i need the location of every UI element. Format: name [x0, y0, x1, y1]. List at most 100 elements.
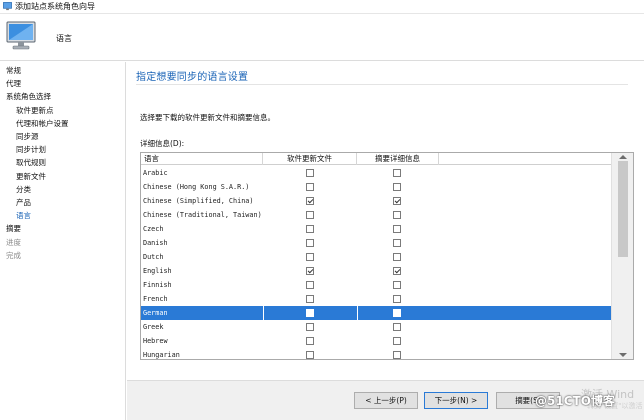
table-row[interactable]: Danish — [141, 236, 611, 250]
language-cell: English — [143, 267, 172, 275]
sidebar-step: 完成 — [6, 250, 21, 260]
table-row[interactable]: Dutch — [141, 250, 611, 264]
update-files-checkbox[interactable] — [306, 197, 314, 205]
language-cell: Greek — [143, 323, 164, 331]
update-files-checkbox[interactable] — [306, 253, 314, 261]
table-row[interactable]: Hebrew — [141, 334, 611, 348]
language-cell: Chinese (Simplified, China) — [143, 197, 254, 205]
cell-divider — [263, 194, 264, 208]
sidebar-step: 代理和帐户设置 — [16, 118, 69, 128]
grid-header: 语言 软件更新文件 摘要详细信息 — [141, 153, 611, 165]
update-files-checkbox[interactable] — [306, 225, 314, 233]
summary-details-checkbox[interactable] — [393, 267, 401, 275]
table-row[interactable]: German — [141, 306, 611, 320]
column-header-summary-details[interactable]: 摘要详细信息 — [357, 153, 439, 165]
language-cell: Chinese (Hong Kong S.A.R.) — [143, 183, 250, 191]
table-row[interactable]: Hungarian — [141, 348, 611, 359]
cell-divider — [357, 320, 358, 334]
cell-divider — [357, 264, 358, 278]
page-heading: 指定想要同步的语言设置 — [136, 72, 249, 83]
table-row[interactable]: Greek — [141, 320, 611, 334]
sidebar-step: 同步计划 — [16, 145, 46, 155]
sidebar-step: 更新文件 — [16, 171, 46, 181]
cell-divider — [357, 334, 358, 348]
language-cell: Chinese (Traditional, Taiwan) — [143, 211, 262, 219]
table-row[interactable]: Czech — [141, 222, 611, 236]
language-cell: Hebrew — [143, 337, 168, 345]
summary-details-checkbox[interactable] — [393, 253, 401, 261]
update-files-checkbox[interactable] — [306, 281, 314, 289]
update-files-checkbox[interactable] — [306, 267, 314, 275]
scroll-down-icon[interactable] — [619, 353, 627, 357]
summary-details-checkbox[interactable] — [393, 281, 401, 289]
summary-details-checkbox[interactable] — [393, 197, 401, 205]
summary-details-checkbox[interactable] — [393, 295, 401, 303]
cell-divider — [263, 236, 264, 250]
update-files-checkbox[interactable] — [306, 309, 314, 317]
update-files-checkbox[interactable] — [306, 239, 314, 247]
summary-details-checkbox[interactable] — [393, 169, 401, 177]
heading-divider — [136, 84, 628, 85]
table-row[interactable]: Chinese (Simplified, China) — [141, 194, 611, 208]
update-files-checkbox[interactable] — [306, 295, 314, 303]
language-cell: Czech — [143, 225, 164, 233]
summary-details-checkbox[interactable] — [393, 323, 401, 331]
summary-details-checkbox[interactable] — [393, 351, 401, 359]
language-cell: Hungarian — [143, 351, 180, 359]
summary-details-checkbox[interactable] — [393, 211, 401, 219]
table-row[interactable]: Chinese (Hong Kong S.A.R.) — [141, 180, 611, 194]
summary-details-checkbox[interactable] — [393, 183, 401, 191]
cell-divider — [263, 292, 264, 306]
sidebar-step: 语言 — [16, 211, 31, 221]
language-cell: German — [143, 309, 168, 317]
summary-details-checkbox[interactable] — [393, 225, 401, 233]
table-row[interactable]: English — [141, 264, 611, 278]
cell-divider — [357, 292, 358, 306]
header-page-name: 语言 — [56, 34, 72, 43]
sidebar-step: 软件更新点 — [16, 105, 54, 115]
sidebar-step: 常规 — [6, 66, 21, 75]
summary-details-checkbox[interactable] — [393, 309, 401, 317]
update-files-checkbox[interactable] — [306, 337, 314, 345]
sidebar-step: 摘要 — [6, 224, 21, 234]
page-description: 选择要下载的软件更新文件和摘要信息。 — [140, 113, 275, 122]
cell-divider — [263, 250, 264, 264]
update-files-checkbox[interactable] — [306, 323, 314, 331]
cell-divider — [263, 208, 264, 222]
wizard-steps-sidebar: 常规 代理 系统角色选择 软件更新点 代理和帐户设置 同步源 同步计划 取代规则 更新文件 分类产… — [0, 62, 126, 420]
summary-details-checkbox[interactable] — [393, 337, 401, 345]
scroll-thumb[interactable] — [618, 161, 628, 257]
cell-divider — [357, 208, 358, 222]
column-header-language[interactable]: 语言 — [141, 153, 263, 165]
table-row[interactable]: Arabic — [141, 166, 611, 180]
update-files-checkbox[interactable] — [306, 169, 314, 177]
title-bar: 添加站点系统角色向导 — [0, 0, 644, 14]
language-cell: French — [143, 295, 168, 303]
vertical-scrollbar[interactable] — [611, 153, 633, 359]
table-row[interactable]: Chinese (Traditional, Taiwan) — [141, 208, 611, 222]
scroll-up-icon[interactable] — [619, 155, 627, 159]
column-header-update-files[interactable]: 软件更新文件 — [263, 153, 357, 165]
table-row[interactable]: Finnish — [141, 278, 611, 292]
sidebar-step: 进度 — [6, 237, 21, 247]
update-files-checkbox[interactable] — [306, 183, 314, 191]
wizard-app-icon — [3, 2, 12, 11]
cell-divider — [357, 180, 358, 194]
sidebar-step: 系统角色选择 — [6, 92, 51, 102]
sidebar-step: 代理 — [6, 79, 21, 89]
cell-divider — [263, 222, 264, 236]
blog-watermark: @51CTO博客 — [535, 394, 615, 408]
update-files-checkbox[interactable] — [306, 351, 314, 359]
sidebar-step: 同步源 — [16, 132, 39, 141]
sidebar-step: 分类 — [16, 184, 31, 194]
language-cell: Finnish — [143, 281, 172, 289]
sidebar-step: 产品 — [16, 198, 31, 207]
table-row[interactable]: French — [141, 292, 611, 306]
summary-details-checkbox[interactable] — [393, 239, 401, 247]
update-files-checkbox[interactable] — [306, 211, 314, 219]
cell-divider — [357, 348, 358, 359]
previous-button[interactable]: < 上一步(P) — [354, 392, 418, 409]
next-button[interactable]: 下一步(N) > — [424, 392, 488, 409]
language-cell: Arabic — [143, 169, 168, 177]
language-grid[interactable]: 语言 软件更新文件 摘要详细信息 Arabic Chinese (Hong Kon… — [140, 152, 634, 360]
